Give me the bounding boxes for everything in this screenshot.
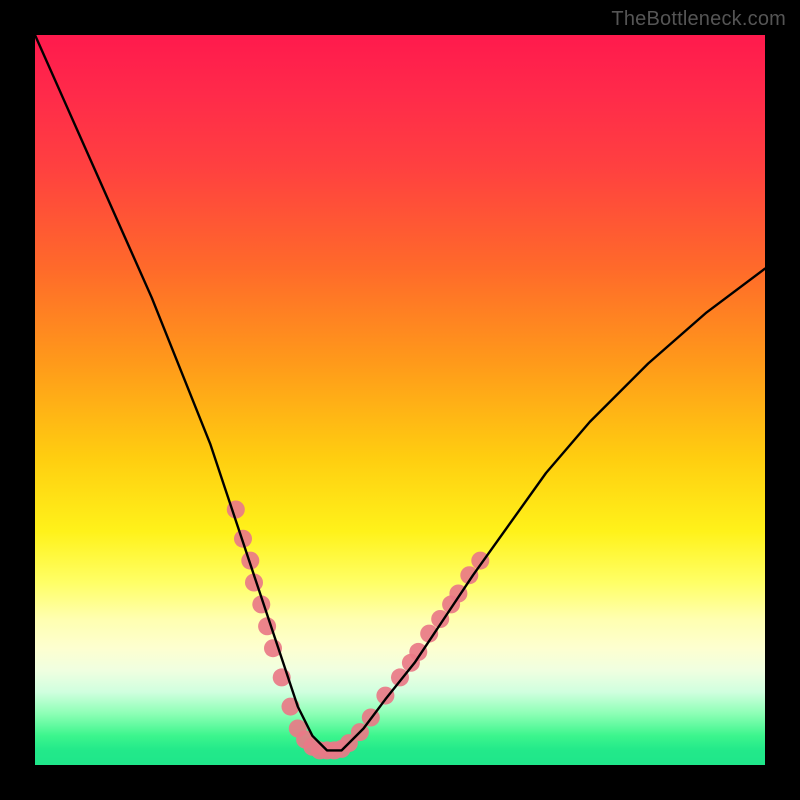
marker-dot [376,687,394,705]
bottleneck-curve-path [35,35,765,750]
attribution-label: TheBottleneck.com [611,8,786,31]
chart-svg [35,35,765,765]
plot-area [35,35,765,765]
marker-group [227,501,490,760]
marker-dot [391,668,409,686]
chart-frame: TheBottleneck.com [0,0,800,800]
